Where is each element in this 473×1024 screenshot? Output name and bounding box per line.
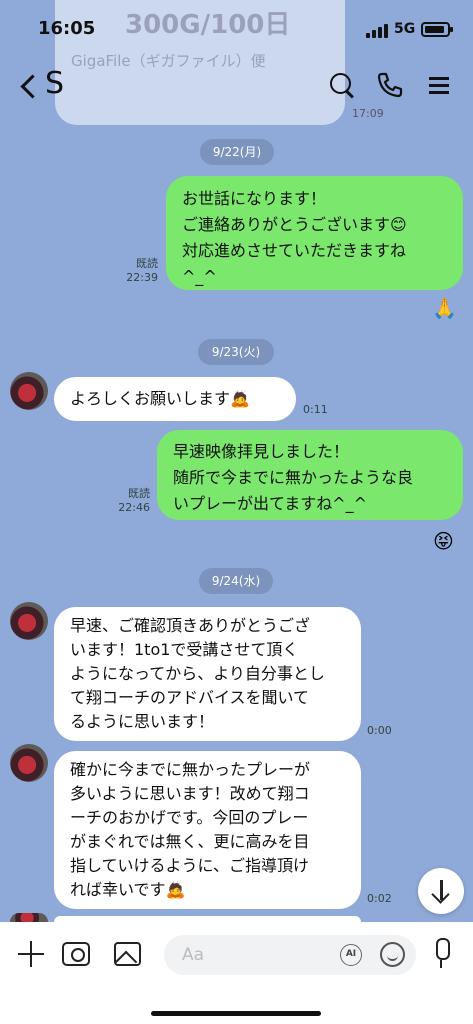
message-meta: 既読 22:46 <box>110 487 150 515</box>
emoji-icon[interactable] <box>380 942 405 967</box>
menu-icon[interactable] <box>427 70 457 100</box>
status-time: 16:05 <box>38 18 96 39</box>
outgoing-message[interactable]: 早速映像拝見しました！ 随所で今までに無かったような良 いプレーが出てますね^_… <box>157 430 463 520</box>
avatar[interactable] <box>10 744 48 782</box>
microphone-icon[interactable] <box>430 938 452 970</box>
scroll-down-button[interactable] <box>418 868 464 914</box>
read-receipt: 既読 <box>128 487 150 500</box>
home-indicator <box>151 1011 321 1016</box>
reaction-pray[interactable]: 🙏 <box>432 296 457 320</box>
avatar <box>10 913 48 922</box>
message-meta: 既読 22:39 <box>118 257 158 285</box>
signal-icon <box>366 24 388 38</box>
network-label: 5G <box>394 21 416 37</box>
incoming-message[interactable]: 早速、ご確認頂きありがとうござ います！1to1で受講させて頂く ようになってか… <box>54 607 361 741</box>
incoming-message[interactable]: よろしくお願いします🙇 <box>54 377 296 421</box>
chat-title: S <box>45 66 65 101</box>
plus-icon[interactable] <box>17 940 45 968</box>
message-time: 22:39 <box>126 271 158 284</box>
read-receipt: 既読 <box>136 257 158 270</box>
date-divider: 9/22(月) <box>200 139 274 165</box>
outgoing-message[interactable]: お世話になります！ ご連絡ありがとうございます😊 対応進めさせていただきますね … <box>166 176 463 290</box>
chat-header: S <box>0 56 473 116</box>
message-input-bar: AI <box>0 922 473 1024</box>
date-divider: 9/24(水) <box>199 568 273 594</box>
search-icon[interactable] <box>327 70 357 100</box>
avatar[interactable] <box>10 602 48 640</box>
message-time: 0:00 <box>367 724 392 737</box>
image-icon[interactable] <box>114 942 141 966</box>
message-time: 22:46 <box>118 501 150 514</box>
date-divider: 9/23(火) <box>198 339 274 365</box>
camera-icon[interactable] <box>62 942 90 966</box>
ai-icon[interactable]: AI <box>340 944 362 966</box>
phone-icon[interactable] <box>375 70 405 100</box>
reaction-laugh[interactable]: 😝 <box>433 529 454 553</box>
back-icon[interactable] <box>18 72 38 100</box>
message-time: 0:02 <box>367 892 392 905</box>
message-time: 0:11 <box>303 403 328 416</box>
battery-icon <box>421 22 453 37</box>
message-input[interactable] <box>164 935 416 975</box>
incoming-message[interactable]: 確かに今までに無かったプレーが 多いように思います！改めて翔コ ーチのおかげです… <box>54 751 361 909</box>
status-bar: 16:05 5G <box>0 0 473 56</box>
avatar[interactable] <box>10 372 48 410</box>
